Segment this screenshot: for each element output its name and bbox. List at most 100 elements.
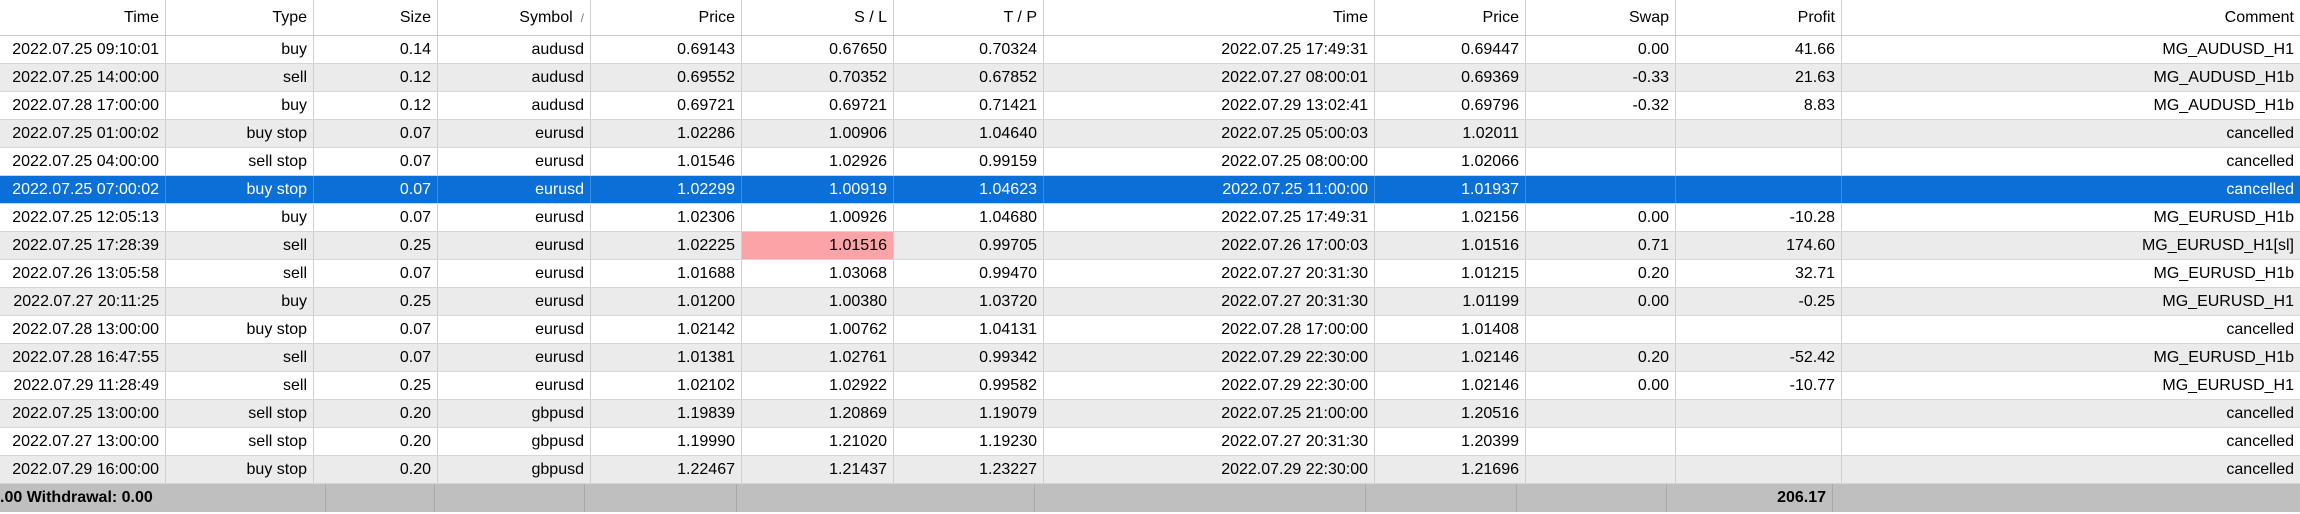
cell-close-time: 2022.07.27 20:31:30 xyxy=(1044,428,1375,455)
table-body: 2022.07.25 09:10:01 buy 0.14 audusd 0.69143 0… xyxy=(0,36,2300,484)
cell-symbol: eurusd xyxy=(438,148,591,175)
cell-open-time: 2022.07.29 11:28:49 xyxy=(0,372,166,399)
cell-size: 0.14 xyxy=(314,36,438,63)
table-row[interactable]: 2022.07.26 13:05:58 sell 0.07 eurusd 1.01688… xyxy=(0,260,2300,288)
cell-stop-loss: 1.21437 xyxy=(742,456,894,483)
cell-open-price: 1.19990 xyxy=(591,428,742,455)
column-header-close-price[interactable]: Price xyxy=(1375,0,1526,35)
column-header-stop-loss[interactable]: S / L xyxy=(742,0,894,35)
cell-close-price: 1.02146 xyxy=(1375,344,1526,371)
column-header-open-time[interactable]: Time xyxy=(0,0,166,35)
table-row[interactable]: 2022.07.25 09:10:01 buy 0.14 audusd 0.69143 0… xyxy=(0,36,2300,64)
cell-open-time: 2022.07.28 13:00:00 xyxy=(0,316,166,343)
cell-swap: 0.00 xyxy=(1526,36,1676,63)
cell-size: 0.07 xyxy=(314,204,438,231)
column-header-type[interactable]: Type xyxy=(166,0,314,35)
cell-size: 0.20 xyxy=(314,456,438,483)
table-row[interactable]: 2022.07.25 12:05:13 buy 0.07 eurusd 1.02306 1… xyxy=(0,204,2300,232)
cell-open-time: 2022.07.28 16:47:55 xyxy=(0,344,166,371)
cell-size: 0.20 xyxy=(314,400,438,427)
cell-open-time: 2022.07.25 14:00:00 xyxy=(0,64,166,91)
table-row[interactable]: 2022.07.27 13:00:00 sell stop 0.20 gbpusd 1.… xyxy=(0,428,2300,456)
table-row[interactable]: 2022.07.28 17:00:00 buy 0.12 audusd 0.69721 0… xyxy=(0,92,2300,120)
cell-stop-loss: 1.00926 xyxy=(742,204,894,231)
sort-indicator-icon[interactable]: / xyxy=(581,11,584,25)
column-header-profit[interactable]: Profit xyxy=(1676,0,1842,35)
column-header-size[interactable]: Size xyxy=(314,0,438,35)
cell-open-price: 1.01546 xyxy=(591,148,742,175)
cell-size: 0.07 xyxy=(314,344,438,371)
cell-open-time: 2022.07.26 13:05:58 xyxy=(0,260,166,287)
cell-close-price: 0.69369 xyxy=(1375,64,1526,91)
cell-open-time: 2022.07.25 17:28:39 xyxy=(0,232,166,259)
cell-stop-loss: 1.03068 xyxy=(742,260,894,287)
cell-open-time: 2022.07.27 20:11:25 xyxy=(0,288,166,315)
cell-profit: -10.28 xyxy=(1676,204,1842,231)
column-header-close-time[interactable]: Time xyxy=(1044,0,1375,35)
cell-close-price: 1.02011 xyxy=(1375,120,1526,147)
cell-symbol: eurusd xyxy=(438,232,591,259)
cell-take-profit: 1.23227 xyxy=(894,456,1044,483)
cell-type: sell xyxy=(166,344,314,371)
cell-swap: 0.20 xyxy=(1526,344,1676,371)
cell-comment: cancelled xyxy=(2226,320,2294,338)
table-row[interactable]: 2022.07.28 16:47:55 sell 0.07 eurusd 1.01381… xyxy=(0,344,2300,372)
cell-profit: 32.71 xyxy=(1676,260,1842,287)
table-row[interactable]: 2022.07.29 11:28:49 sell 0.25 eurusd 1.02102… xyxy=(0,372,2300,400)
cell-size: 0.07 xyxy=(314,316,438,343)
cell-open-time: 2022.07.27 13:00:00 xyxy=(0,428,166,455)
cell-profit: 41.66 xyxy=(1676,36,1842,63)
cell-close-time: 2022.07.25 05:00:03 xyxy=(1044,120,1375,147)
table-row[interactable]: 2022.07.28 13:00:00 buy stop 0.07 eurusd 1.0… xyxy=(0,316,2300,344)
cell-close-price: 1.01199 xyxy=(1375,288,1526,315)
cell-symbol: eurusd xyxy=(438,176,591,203)
cell-swap: -0.33 xyxy=(1526,64,1676,91)
cell-close-price: 1.20399 xyxy=(1375,428,1526,455)
cell-swap xyxy=(1526,456,1676,483)
column-header-comment[interactable]: Comment xyxy=(1842,0,2300,35)
history-table: Time Type Size Symbol / Price S / LT / P Time Pr… xyxy=(0,0,2300,512)
cell-stop-loss: 1.02922 xyxy=(742,372,894,399)
table-row[interactable]: 2022.07.25 07:00:02 buy stop 0.07 eurusd 1.0… xyxy=(0,176,2300,204)
cell-close-price: 0.69447 xyxy=(1375,36,1526,63)
cell-open-time: 2022.07.25 01:00:02 xyxy=(0,120,166,147)
table-row[interactable]: 2022.07.29 16:00:00 buy stop 0.20 gbpusd 1.2… xyxy=(0,456,2300,484)
cell-open-time: 2022.07.25 09:10:01 xyxy=(0,36,166,63)
table-row[interactable]: 2022.07.25 14:00:00 sell 0.12 audusd 0.69552… xyxy=(0,64,2300,92)
column-header-take-profit[interactable]: T / P xyxy=(894,0,1044,35)
cell-comment: MG_AUDUSD_H1 xyxy=(2162,40,2294,58)
cell-symbol: gbpusd xyxy=(438,400,591,427)
cell-swap: 0.00 xyxy=(1526,204,1676,231)
cell-close-price: 1.02146 xyxy=(1375,372,1526,399)
cell-take-profit: 1.19079 xyxy=(894,400,1044,427)
cell-close-price: 0.69796 xyxy=(1375,92,1526,119)
table-row[interactable]: 2022.07.27 20:11:25 buy 0.25 eurusd 1.01200 1… xyxy=(0,288,2300,316)
table-row[interactable]: 2022.07.25 04:00:00 sell stop 0.07 eurusd 1.… xyxy=(0,148,2300,176)
cell-take-profit: 1.04680 xyxy=(894,204,1044,231)
table-row[interactable]: 2022.07.25 01:00:02 buy stop 0.07 eurusd 1.0… xyxy=(0,120,2300,148)
cell-profit: 174.60 xyxy=(1676,232,1842,259)
table-row[interactable]: 2022.07.25 13:00:00 sell stop 0.20 gbpusd 1.… xyxy=(0,400,2300,428)
cell-swap: 0.00 xyxy=(1526,288,1676,315)
cell-stop-loss: 1.00919 xyxy=(742,176,894,203)
column-header-symbol[interactable]: Symbol / xyxy=(438,0,591,35)
cell-close-price: 1.02066 xyxy=(1375,148,1526,175)
cell-profit xyxy=(1676,400,1842,427)
cell-profit xyxy=(1676,428,1842,455)
cell-close-price: 1.01516 xyxy=(1375,232,1526,259)
column-header-swap[interactable]: Swap xyxy=(1526,0,1676,35)
cell-open-price: 0.69721 xyxy=(591,92,742,119)
cell-comment: MG_EURUSD_H1b xyxy=(2153,264,2294,282)
cell-profit xyxy=(1676,456,1842,483)
cell-swap: 0.20 xyxy=(1526,260,1676,287)
cell-type: sell xyxy=(166,64,314,91)
cell-profit: 8.83 xyxy=(1676,92,1842,119)
cell-close-price: 1.01937 xyxy=(1375,176,1526,203)
cell-stop-loss: 1.00906 xyxy=(742,120,894,147)
cell-take-profit: 1.03720 xyxy=(894,288,1044,315)
table-row[interactable]: 2022.07.25 17:28:39 sell 0.25 eurusd 1.02225… xyxy=(0,232,2300,260)
cell-close-time: 2022.07.25 08:00:00 xyxy=(1044,148,1375,175)
cell-comment: cancelled xyxy=(2226,460,2294,478)
cell-symbol: eurusd xyxy=(438,260,591,287)
column-header-open-price[interactable]: Price xyxy=(591,0,742,35)
